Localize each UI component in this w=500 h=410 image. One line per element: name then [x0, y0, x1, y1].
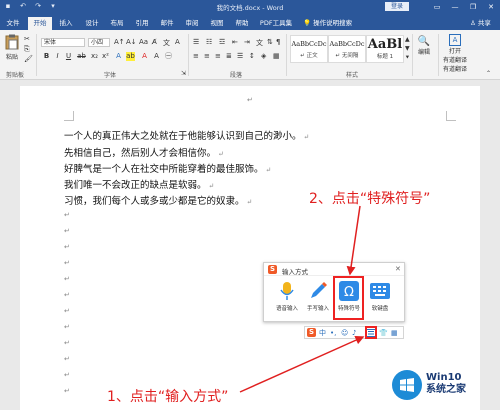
annotation-arrows: [239, 205, 365, 393]
arrow-to-special-symbols: [346, 205, 361, 276]
windows-logo-icon: [392, 370, 422, 400]
watermark-sub: 系统之家: [426, 384, 466, 395]
arrow-to-input-method: [239, 335, 365, 393]
watermark-brand: Win10: [426, 372, 462, 383]
watermark-text: Win10 系统之家: [426, 372, 466, 396]
